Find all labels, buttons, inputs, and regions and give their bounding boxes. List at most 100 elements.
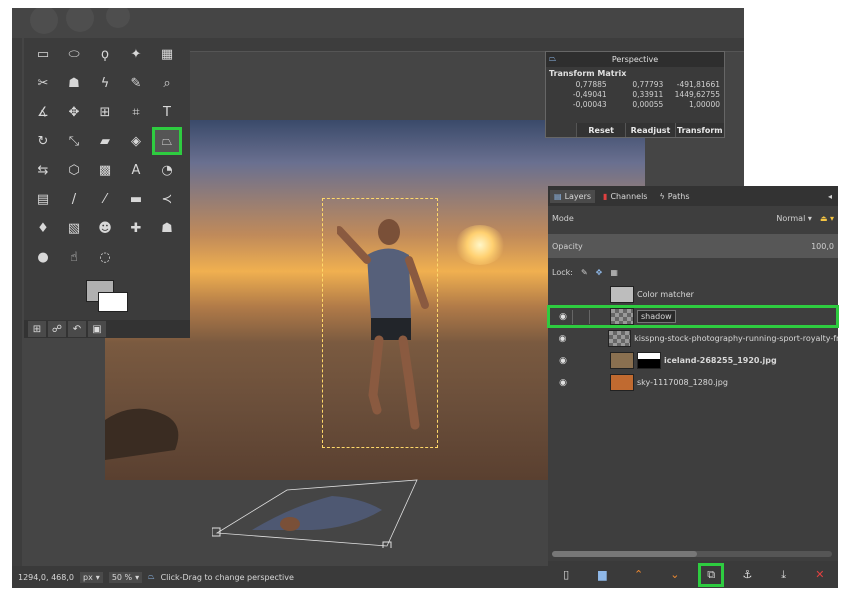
shadow-layer-preview[interactable] [212,458,432,548]
flip-tool[interactable]: ⇆ [30,158,56,182]
device-status-tab[interactable]: ☍ [48,321,66,337]
scissors-tool[interactable]: ✂ [30,71,56,95]
lock-position-icon[interactable]: ✥ [596,268,603,277]
new-layer-button[interactable]: ▯ [555,565,577,585]
warp-tool[interactable]: ▩ [92,158,118,182]
layer-name[interactable]: shadow [637,310,676,323]
visibility-eye-icon[interactable]: ◉ [554,378,572,388]
horizontal-ruler[interactable] [177,38,744,52]
airbrush-tool[interactable]: ≺ [154,187,180,211]
visibility-eye-icon[interactable]: ◉ [554,334,571,344]
text-transform-tool[interactable]: T [154,100,180,124]
paths-tool[interactable]: ϟ [92,71,118,95]
blur-tool[interactable]: ● [30,245,56,269]
tab-channels[interactable]: ▮ Channels [599,190,651,203]
link-chain-toggle[interactable] [572,354,590,368]
layer-name[interactable]: sky-1117008_1280.jpg [637,378,728,387]
mypaint-icon: ▧ [67,220,81,236]
raise-layer-button[interactable]: ⌃ [628,565,650,585]
scale-tool[interactable]: ⤡ [61,129,87,153]
pencil-tool[interactable]: / [61,187,87,211]
clone-tool[interactable]: ☻ [92,216,118,240]
images-tab[interactable]: ▣ [88,321,106,337]
tab-paths[interactable]: ϟ Paths [655,190,693,203]
mypaint-tool[interactable]: ▧ [61,216,87,240]
link-chain-toggle[interactable] [572,376,590,390]
dock-tabs: ▤ Layers ▮ Channels ϟ Paths ◂ [548,186,838,206]
layer-row[interactable]: Color matcher [548,284,838,305]
unified-transform-tool[interactable]: ◈ [123,129,149,153]
matrix-title: Transform Matrix [549,69,627,78]
link-chain-toggle[interactable] [571,332,588,346]
align-tool[interactable]: ⊞ [92,100,118,124]
dock-menu-icon[interactable]: ◂ [828,192,832,201]
lock-alpha-icon[interactable]: ▦ [610,268,618,277]
matrix-cell: -0,49041 [572,90,607,99]
new-layer-group-button[interactable]: ▆ [591,565,613,585]
ink-tool[interactable]: ♦ [30,216,56,240]
paintbrush-tool[interactable]: ⁄ [92,187,118,211]
unit-dropdown[interactable]: px ▾ [79,571,103,583]
heal-tool[interactable]: ✚ [123,216,149,240]
magic-wand-tool[interactable]: ✦ [123,42,149,66]
smudge-tool[interactable]: ☝ [61,245,87,269]
delete-layer-button[interactable]: ✕ [809,565,831,585]
tab-layers[interactable]: ▤ Layers [550,189,596,203]
composite-mode-button[interactable]: ⏏ ▾ [820,214,834,223]
heal-icon: ✚ [130,220,142,236]
anchor-layer-button[interactable]: ⚓ [736,565,758,585]
layer-row[interactable]: ◉ sky-1117008_1280.jpg [548,372,838,393]
crop-tool[interactable]: ⌗ [123,100,149,124]
perspective-tool[interactable]: ⏢ [152,127,182,155]
foreground-select-tool[interactable]: ☗ [61,71,87,95]
visibility-eye-icon[interactable]: ◉ [554,356,572,366]
status-message: Click-Drag to change perspective [160,572,294,582]
transform-button[interactable]: Transform [674,123,724,137]
zoom-dropdown[interactable]: 50 % ▾ [108,571,143,583]
undo-history-tab[interactable]: ↶ [68,321,86,337]
link-chain-toggle[interactable] [572,288,590,302]
color-picker-tool[interactable]: ✎ [123,71,149,95]
color-select-tool[interactable]: ▦ [154,42,180,66]
layer-name[interactable]: kisspng-stock-photography-running-sport-… [634,334,838,343]
layers-scrollbar[interactable] [552,551,832,557]
background-color-swatch[interactable] [98,292,128,312]
visibility-eye-icon[interactable]: ◉ [554,312,572,322]
lasso-tool[interactable]: ϙ [92,42,118,66]
gradient-tool[interactable]: ▤ [30,187,56,211]
link-chain-toggle[interactable] [572,309,590,324]
duplicate-layer-button[interactable]: ⧉ [698,562,725,587]
text-tool[interactable]: A [123,158,149,182]
rotate-tool[interactable]: ↻ [30,129,56,153]
device-status-icon: ☍ [51,323,63,335]
eraser-tool[interactable]: ▬ [123,187,149,211]
perspective-clone-tool[interactable]: ☗ [154,216,180,240]
vertical-ruler[interactable] [12,38,22,578]
shear-tool[interactable]: ▰ [92,129,118,153]
dodge-burn-tool[interactable]: ◌ [92,245,118,269]
measure-tool[interactable]: ∡ [30,100,56,124]
layer-row[interactable]: ◉ kisspng-stock-photography-running-sport… [548,328,838,349]
bucket-fill-tool[interactable]: ◔ [154,158,180,182]
lock-pixels-icon[interactable]: ✎ [581,268,588,277]
zoom-tool[interactable]: ⌕ [154,71,180,95]
layer-name[interactable]: Color matcher [637,290,694,299]
layer-row[interactable]: ◉ shadow [547,305,839,328]
magic-wand-icon: ✦ [130,46,142,62]
reset-button[interactable]: Reset [576,123,625,137]
layer-name[interactable]: iceland-268255_1920.jpg [664,356,777,365]
mode-dropdown[interactable]: Normal ▾ [776,214,812,223]
tool-options-tab[interactable]: ⊞ [28,321,46,337]
merge-down-button[interactable]: ⤓ [773,565,795,585]
ellipse-select-tool[interactable]: ⬭ [61,42,87,66]
layers-icon: ▤ [554,191,562,201]
lower-layer-button[interactable]: ⌄ [664,565,686,585]
rect-select-tool[interactable]: ▭ [30,42,56,66]
opacity-slider[interactable]: Opacity 100,0 [548,234,838,258]
scrollbar-thumb[interactable] [552,551,697,557]
layer-thumbnail [610,286,634,303]
readjust-button[interactable]: Readjust [625,123,674,137]
move-tool[interactable]: ✥ [61,100,87,124]
layer-row[interactable]: ◉ iceland-268255_1920.jpg [548,350,838,371]
cage-tool[interactable]: ⬡ [61,158,87,182]
